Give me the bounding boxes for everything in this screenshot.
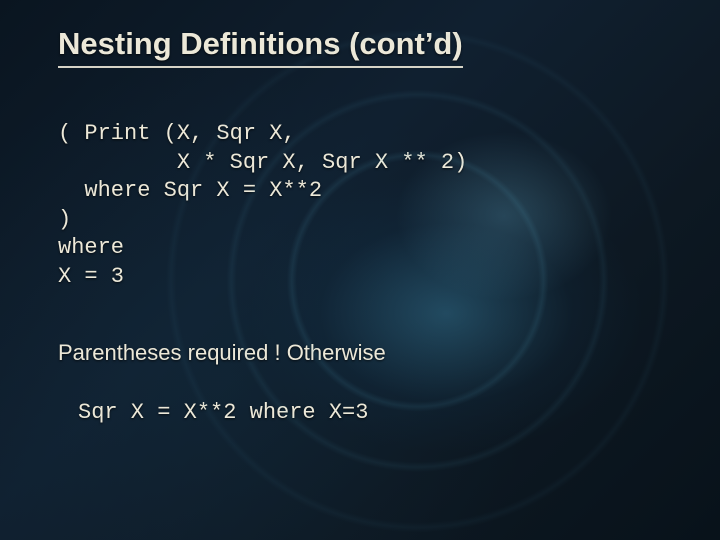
slide-title: Nesting Definitions (cont’d) bbox=[58, 26, 463, 68]
code-line-6: X = 3 bbox=[58, 264, 124, 289]
code-line-4: ) bbox=[58, 207, 71, 232]
code-block: ( Print (X, Sqr X, X * Sqr X, Sqr X ** 2… bbox=[58, 120, 467, 292]
code-line-1: ( Print (X, Sqr X, bbox=[58, 121, 296, 146]
inline-code: Sqr X = X**2 where X=3 bbox=[78, 400, 368, 425]
code-line-5: where bbox=[58, 235, 124, 260]
code-line-2: X * Sqr X, Sqr X ** 2) bbox=[58, 150, 467, 175]
note-text: Parentheses required ! Otherwise bbox=[58, 340, 386, 366]
code-line-3: where Sqr X = X**2 bbox=[58, 178, 322, 203]
